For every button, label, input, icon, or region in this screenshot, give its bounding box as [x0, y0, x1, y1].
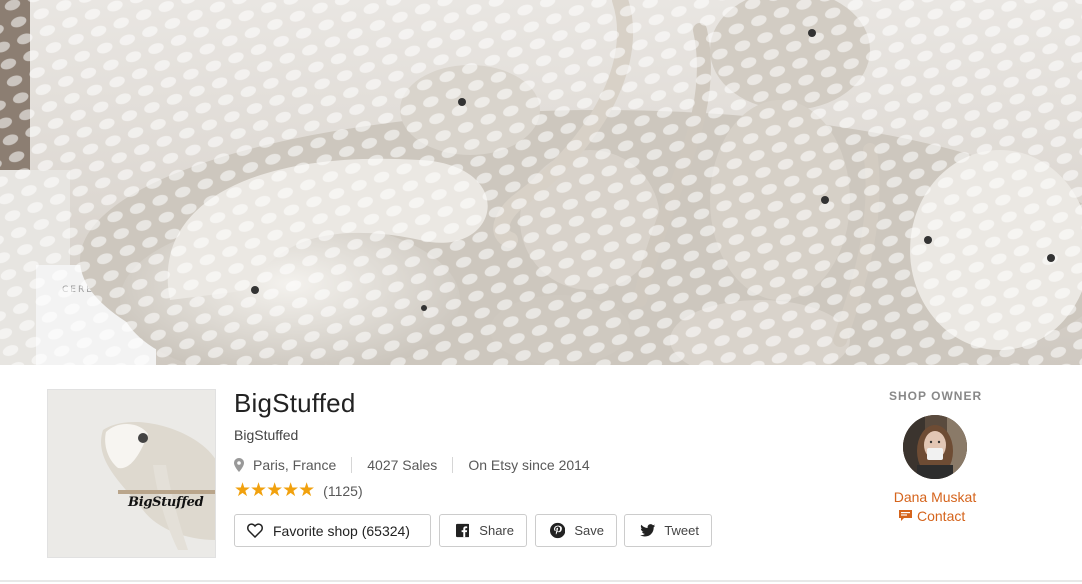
shop-header: BigStuffed BigStuffed BigStuffed Paris, …	[0, 365, 1082, 584]
save-label: Save	[574, 523, 604, 538]
shop-name: BigStuffed	[234, 388, 356, 418]
pinterest-icon	[550, 522, 566, 539]
owner-photo	[903, 415, 967, 479]
shop-logo[interactable]: BigStuffed	[47, 389, 216, 558]
section-divider	[0, 580, 1082, 582]
tweet-button[interactable]: Tweet	[624, 514, 712, 547]
share-button[interactable]: Share	[439, 514, 527, 547]
divider	[351, 457, 353, 473]
shop-title: BigStuffed	[234, 427, 299, 443]
heart-icon	[247, 523, 263, 538]
location-pin-icon	[234, 458, 244, 472]
facebook-icon	[456, 523, 470, 538]
shop-rating[interactable]: ★★★★★ (1125)	[234, 480, 363, 501]
tweet-label: Tweet	[664, 523, 699, 538]
twitter-icon	[640, 524, 656, 537]
shop-location[interactable]: Paris, France	[253, 457, 336, 473]
favorite-shop-button[interactable]: Favorite shop (65324)	[234, 514, 431, 547]
shop-banner-image: CEREAL	[0, 0, 1082, 365]
divider	[452, 457, 454, 473]
message-icon	[899, 510, 912, 521]
shop-logo-text: BigStuffed	[128, 495, 204, 510]
shop-since: On Etsy since 2014	[468, 457, 590, 473]
shop-meta: Paris, France 4027 Sales On Etsy since 2…	[234, 457, 590, 473]
share-label: Share	[479, 523, 514, 538]
contact-owner-link[interactable]: Contact	[899, 508, 965, 524]
shop-sales[interactable]: 4027 Sales	[367, 457, 437, 473]
save-button[interactable]: Save	[535, 514, 617, 547]
owner-name-link[interactable]: Dana Muskat	[884, 489, 986, 505]
owner-avatar[interactable]	[903, 415, 967, 479]
whale-logo-icon	[48, 390, 215, 557]
contact-label: Contact	[917, 508, 966, 524]
star-rating-icon: ★★★★★	[234, 480, 315, 501]
favorite-shop-label: Favorite shop (65324)	[273, 522, 410, 539]
shop-owner-heading: SHOP OWNER	[889, 389, 983, 403]
rating-count: (1125)	[323, 483, 363, 499]
